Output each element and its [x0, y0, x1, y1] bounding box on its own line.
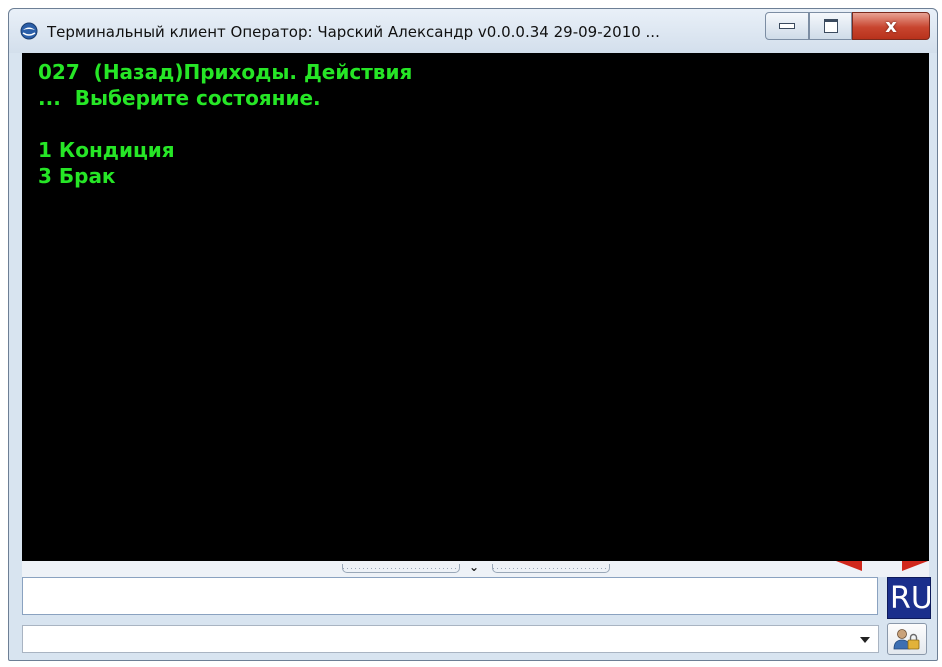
- minimize-icon: [779, 23, 795, 29]
- title-bar[interactable]: Терминальный клиент Оператор: Чарский Ал…: [9, 9, 937, 53]
- window-title: Терминальный клиент Оператор: Чарский Ал…: [47, 23, 660, 41]
- app-icon: [20, 22, 38, 40]
- red-marker-right: [902, 561, 928, 571]
- terminal-screen[interactable]: 027 (Назад)Приходы. Действия ... Выберит…: [22, 53, 929, 561]
- terminal-line-prompt: ... Выберите состояние.: [38, 86, 321, 110]
- close-icon: x: [885, 15, 897, 37]
- dropdown-arrow-icon[interactable]: [860, 637, 870, 643]
- splitter-grip-left[interactable]: [342, 564, 460, 573]
- splitter-grip-right[interactable]: [492, 564, 610, 573]
- terminal-line-header: 027 (Назад)Приходы. Действия: [38, 60, 413, 84]
- terminal-option-1[interactable]: 1 Кондиция: [38, 137, 175, 163]
- user-lock-button[interactable]: [887, 623, 927, 655]
- chevron-down-icon[interactable]: ⌄: [469, 560, 479, 574]
- language-indicator[interactable]: RU: [887, 577, 931, 619]
- app-window: Терминальный клиент Оператор: Чарский Ал…: [8, 8, 938, 661]
- command-input[interactable]: [22, 577, 878, 615]
- history-dropdown[interactable]: [22, 625, 879, 653]
- close-button[interactable]: x: [852, 12, 930, 40]
- panel-splitter[interactable]: ⌄: [22, 560, 929, 577]
- red-marker-left: [836, 561, 862, 571]
- maximize-button[interactable]: [809, 12, 852, 40]
- minimize-button[interactable]: [765, 12, 809, 40]
- terminal-option-3[interactable]: 3 Брак: [38, 163, 116, 189]
- maximize-icon: [823, 19, 838, 33]
- user-lock-icon: [893, 629, 920, 650]
